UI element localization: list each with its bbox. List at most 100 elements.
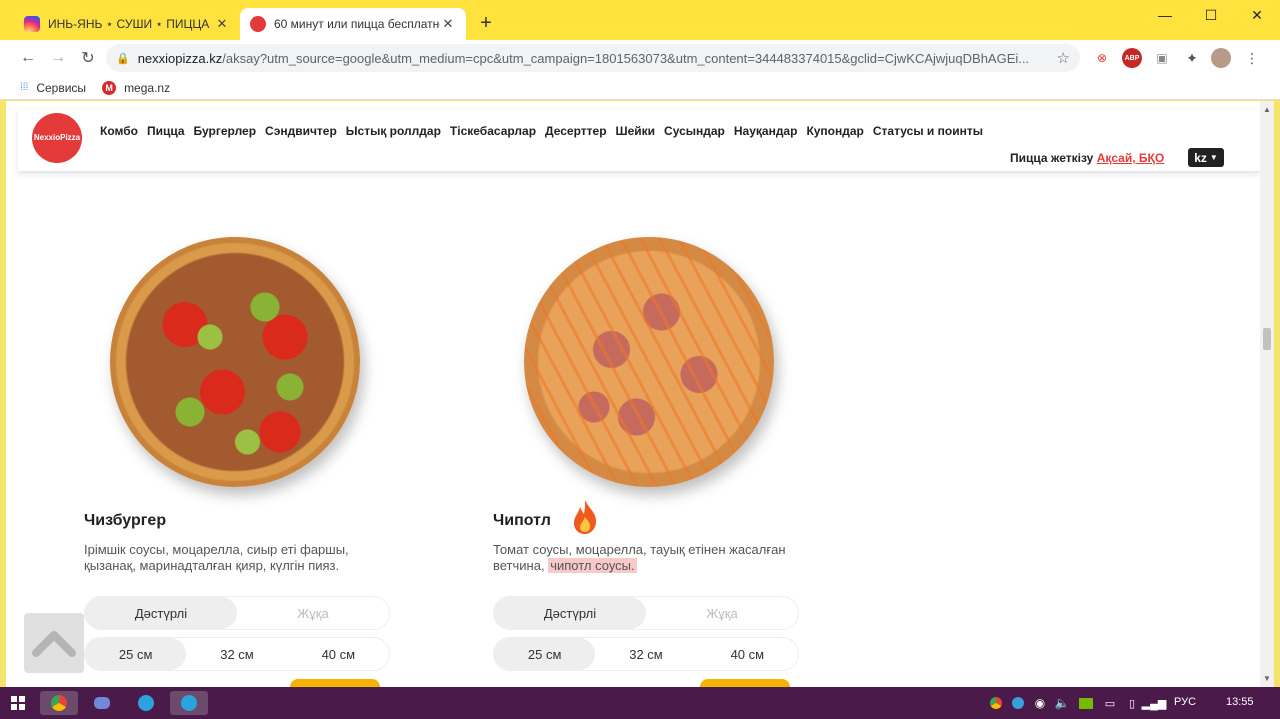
forward-icon[interactable]: → [46,46,70,70]
url-host: nexxiopizza.kz [137,50,223,66]
pizza-image-cheeseburger[interactable] [110,237,360,487]
nav-promotions[interactable]: Науқандар [734,124,798,138]
chrome-tray-icon[interactable] [988,691,1004,715]
keyboard-language[interactable]: РУС [1174,696,1196,708]
network-globe-icon[interactable] [1010,691,1026,715]
maximize-button[interactable]: ☐ [1188,0,1234,30]
discord-taskbar-icon[interactable] [90,691,114,715]
extension-icon[interactable]: ▣ [1152,48,1172,68]
scrollbar-thumb[interactable] [1263,328,1271,350]
tab-title: ИНЬ-ЯНЬ ⋆ СУШИ ⋆ ПИЦЦА ⋆ [48,17,214,31]
size-selector: 25 см 32 см 40 см [84,637,390,671]
signal-icon[interactable]: ▂▄▆ [1142,691,1167,715]
description-highlight: чипотл соусы. [548,558,637,573]
site-logo[interactable]: NexxioPizza [32,113,82,163]
nav-desserts[interactable]: Десерттер [545,124,607,138]
bookmark-mega[interactable]: M mega.nz [102,80,170,95]
page-viewport: NexxioPizza Комбо Пицца Бургерлер Сэндви… [0,101,1280,687]
back-icon[interactable]: ← [16,46,40,70]
tab-strip: ИНЬ-ЯНЬ ⋆ СУШИ ⋆ ПИЦЦА ⋆ ✕ 60 минут или … [0,0,1280,40]
lock-icon: 🔒 [116,52,130,65]
delivery-info: Пицца жеткізу Ақсай, БҚО [1010,151,1164,165]
tab-title: 60 минут или пицца бесплатно! [274,17,440,31]
nav-combo[interactable]: Комбо [100,124,138,138]
main-nav: Комбо Пицца Бургерлер Сэндвичтер Ыстық р… [100,124,983,138]
pizza-image-chipotle[interactable] [524,237,774,487]
dough-traditional-option[interactable]: Дәстүрлі [85,597,237,629]
size-32-option[interactable]: 32 см [186,638,287,670]
size-25-option[interactable]: 25 см [85,638,187,670]
dough-thin-option[interactable]: Жұқа [237,597,389,629]
dough-thin-option[interactable]: Жұқа [646,597,798,629]
battery-icon[interactable]: ▯ [1124,691,1140,715]
nav-drinks[interactable]: Сусындар [664,124,725,138]
nav-status-points[interactable]: Статусы и поинты [873,124,983,138]
product-description: Ірімшік соусы, моцарелла, сиыр еті фаршы… [84,542,349,573]
description-text: Томат соусы, моцарелла, тауық етінен жас… [493,542,786,573]
dough-selector: Дәстүрлі Жұқа [493,596,799,630]
nav-shakes[interactable]: Шейки [616,124,656,138]
nexxio-icon [250,16,266,32]
volume-icon[interactable]: 🔈 [1054,691,1070,715]
delivery-city-link[interactable]: Ақсай, БҚО [1097,151,1165,165]
extension-icon[interactable]: ⊗ [1092,48,1112,68]
add-to-cart-button[interactable] [700,679,790,687]
dough-traditional-option[interactable]: Дәстүрлі [494,597,646,629]
nav-hot-rolls[interactable]: Ыстық роллдар [346,124,441,138]
monitor-icon[interactable]: ▭ [1102,691,1118,715]
steam-icon[interactable]: ◉ [1032,691,1048,715]
windows-taskbar: ◉ 🔈 ▭ ▯ ▂▄▆ РУС 13:55 [0,687,1280,719]
chevron-down-icon: ▼ [1209,153,1218,162]
tab-nexxio[interactable]: 60 минут или пицца бесплатно! ✕ [240,8,466,40]
site-header: NexxioPizza Комбо Пицца Бургерлер Сэндви… [18,109,1260,171]
telegram-taskbar-icon[interactable] [170,691,208,715]
nav-sandwiches[interactable]: Сэндвичтер [265,124,337,138]
page-scrollbar[interactable]: ▲ ▼ [1260,101,1274,687]
bookmark-star-icon[interactable]: ☆ [1057,49,1070,67]
product-name[interactable]: Чизбургер [84,512,166,530]
telegram-taskbar-icon[interactable] [134,691,158,715]
language-selector[interactable]: kz ▼ [1188,148,1224,167]
nav-coupons[interactable]: Купондар [806,124,863,138]
size-32-option[interactable]: 32 см [595,638,696,670]
spicy-fire-icon [571,499,599,541]
nav-pizza[interactable]: Пицца [147,124,185,138]
add-to-cart-button[interactable] [290,679,380,687]
nav-burgers[interactable]: Бургерлер [194,124,256,138]
close-tab-icon[interactable]: ✕ [440,16,456,32]
size-25-option[interactable]: 25 см [494,638,596,670]
clock[interactable]: 13:55 [1226,696,1254,708]
language-label: kz [1194,150,1207,165]
bookmark-services[interactable]: ⁞⁞⁞ Сервисы [20,81,86,95]
close-window-button[interactable]: ✕ [1234,0,1280,30]
windows-start-icon[interactable] [6,691,30,715]
adblock-icon[interactable]: ABP [1122,48,1142,68]
browser-toolbar: ← → ↻ 🔒 nexxiopizza.kz/aksay?utm_source=… [0,40,1280,76]
size-40-option[interactable]: 40 см [288,638,389,670]
nav-snacks[interactable]: Тіскебасарлар [450,124,536,138]
close-tab-icon[interactable]: ✕ [214,16,230,32]
bookmark-label: Сервисы [36,80,87,95]
scroll-to-top-button[interactable] [24,613,84,673]
scroll-up-arrow-icon[interactable]: ▲ [1263,105,1271,114]
scroll-down-arrow-icon[interactable]: ▼ [1263,674,1271,683]
product-name[interactable]: Чипотл [493,512,551,530]
address-bar[interactable]: 🔒 nexxiopizza.kz/aksay?utm_source=google… [106,44,1080,72]
size-selector: 25 см 32 см 40 см [493,637,799,671]
nvidia-icon[interactable] [1076,691,1096,715]
size-40-option[interactable]: 40 см [697,638,798,670]
url-text: nexxiopizza.kz/aksay?utm_source=google&u… [138,51,1058,66]
reload-icon[interactable]: ↻ [76,46,100,70]
minimize-button[interactable]: — [1142,0,1188,30]
chrome-taskbar-icon[interactable] [40,691,78,715]
product-description: Томат соусы, моцарелла, тауық етінен жас… [493,542,803,574]
url-path: /aksay?utm_source=google&utm_medium=cpc&… [222,50,1030,66]
instagram-icon [24,16,40,32]
tab-inyan[interactable]: ИНЬ-ЯНЬ ⋆ СУШИ ⋆ ПИЦЦА ⋆ ✕ [14,8,240,40]
profile-avatar[interactable] [1211,48,1231,68]
puzzle-icon[interactable]: ✦ [1182,48,1202,68]
mega-icon: M [102,80,117,95]
menu-icon[interactable]: ⋮ [1242,48,1262,68]
dough-selector: Дәстүрлі Жұқа [84,596,390,630]
new-tab-button[interactable]: + [476,12,496,35]
